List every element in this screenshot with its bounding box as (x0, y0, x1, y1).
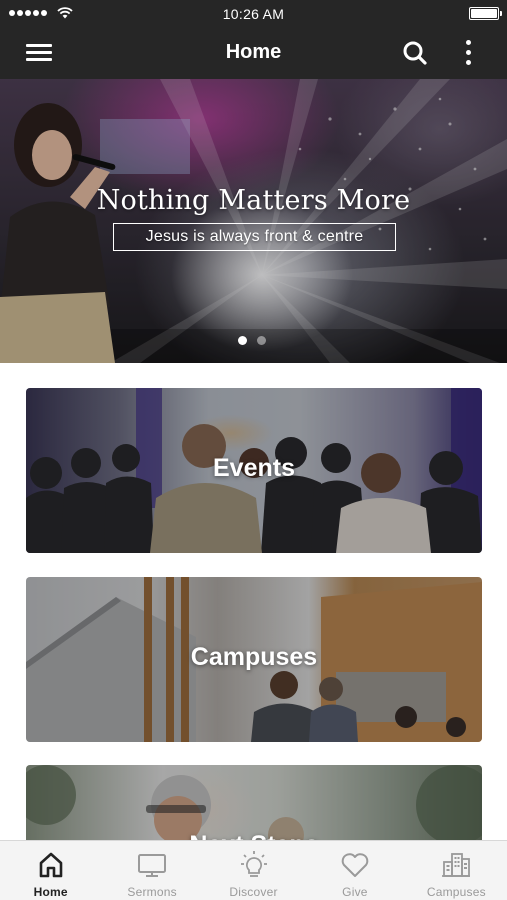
tab-home[interactable]: Home (0, 841, 101, 900)
tab-sermons-label: Sermons (127, 885, 177, 899)
hero-headline: Nothing Matters More (96, 185, 411, 216)
page-title: Home (225, 41, 282, 63)
tab-campuses-label: Campuses (426, 885, 486, 899)
heart-icon (341, 853, 369, 877)
events-card[interactable]: Events (26, 388, 482, 553)
tab-discover[interactable]: Discover (203, 841, 304, 900)
carousel-dot-2[interactable] (257, 336, 266, 345)
battery-icon (469, 7, 502, 20)
tab-sermons[interactable]: Sermons (101, 841, 202, 900)
menu-button[interactable] (24, 40, 54, 66)
status-time: 10:26 AM (222, 6, 285, 22)
carousel-indicator (238, 336, 266, 345)
tab-give-label: Give (342, 885, 368, 899)
campuses-card-label: Campuses (190, 643, 318, 671)
hero-banner[interactable]: Nothing Matters More Jesus is always fro… (0, 79, 507, 363)
campuses-card[interactable]: Campuses (26, 577, 482, 742)
events-card-label: Events (213, 454, 295, 482)
tv-icon (138, 854, 167, 877)
tab-home-label: Home (33, 885, 68, 899)
tab-campuses[interactable]: Campuses (406, 841, 507, 900)
tab-discover-label: Discover (229, 885, 278, 899)
home-icon (39, 852, 63, 878)
carousel-dot-1[interactable] (238, 336, 247, 345)
buildings-icon (442, 853, 471, 877)
status-bar: 10:26 AM (0, 0, 507, 28)
nav-bar: Home (0, 28, 507, 79)
hero-tagline: Jesus is always front & centre (113, 223, 396, 251)
more-options-button[interactable] (458, 38, 478, 68)
search-icon[interactable] (401, 39, 429, 67)
tab-bar: Home Sermons Discover Give Campuses (0, 840, 507, 900)
lightbulb-icon (240, 851, 267, 877)
tab-give[interactable]: Give (304, 841, 405, 900)
